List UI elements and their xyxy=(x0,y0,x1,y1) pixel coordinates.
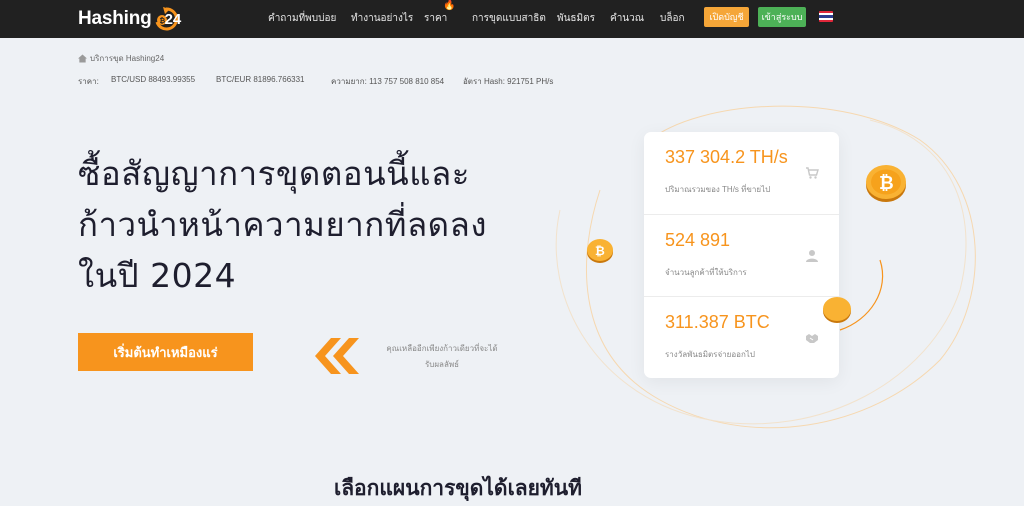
register-button[interactable]: เปิดบัญชี xyxy=(704,7,749,27)
svg-text:₿: ₿ xyxy=(879,173,894,194)
user-icon xyxy=(806,250,818,262)
nav-demo-mining[interactable]: การขุดแบบสาธิต xyxy=(472,11,546,26)
bitcoin-coin-icon: ₿ xyxy=(587,239,613,263)
ticker-label: ราคา: xyxy=(78,77,99,86)
cart-icon xyxy=(806,167,819,179)
stat-partner-rewards: 311.387 BTC รางวัลพันธมิตรจ่ายออกไป xyxy=(644,296,839,378)
svg-text:₿: ₿ xyxy=(595,244,605,258)
stat-label: ปริมาณรวมของ TH/s ที่ขายไป xyxy=(665,185,771,194)
bitcoin-coin-icon: ₿ xyxy=(866,165,906,202)
nav-pricing[interactable]: ราคา xyxy=(424,11,447,26)
fire-icon: 🔥 xyxy=(443,0,456,11)
section-title: เลือกแผนการขุดได้เลยทันที xyxy=(334,476,582,500)
logo-number: 24 xyxy=(164,11,182,28)
logo-coin-icon: ₿ 24 xyxy=(153,6,182,32)
handshake-icon xyxy=(806,334,818,343)
start-mining-button[interactable]: เริ่มต้นทำเหมืองแร่ xyxy=(78,333,253,371)
hero-title-line-3: ในปี 2024 xyxy=(78,256,237,295)
bitcoin-coin-icon xyxy=(823,297,851,323)
nav-faq[interactable]: คำถามที่พบบ่อย xyxy=(268,11,336,26)
login-button[interactable]: เข้าสู่ระบบ xyxy=(758,7,806,27)
home-icon[interactable] xyxy=(78,54,87,63)
ticker-btc-eur: BTC/EUR 81896.766331 xyxy=(216,75,305,84)
top-navigation-bar: Hashing ₿ 24 คำถามที่พบบ่อย ทำงานอย่างไร… xyxy=(0,0,1024,38)
ticker-difficulty: ความยาก: 113 757 508 810 854 xyxy=(331,77,445,86)
breadcrumb: บริการขุด Hashing24 xyxy=(78,52,164,65)
stat-value: 311.387 BTC xyxy=(665,312,770,332)
breadcrumb-current: บริการขุด Hashing24 xyxy=(90,54,165,63)
stat-value: 524 891 xyxy=(665,230,731,250)
stats-card: 337 304.2 TH/s ปริมาณรวมของ TH/s ที่ขายไ… xyxy=(644,132,839,378)
stat-value: 337 304.2 TH/s xyxy=(665,147,788,167)
hashing24-logo[interactable]: Hashing ₿ 24 xyxy=(78,6,182,32)
ticker-hashrate: อัตรา Hash: 921751 PH/s xyxy=(463,77,554,86)
nav-partners[interactable]: พันธมิตร xyxy=(557,11,595,26)
hero-title: ซื้อสัญญาการขุดตอนนี้และ ก้าวนำหน้าความย… xyxy=(78,148,548,301)
stat-label: จำนวนลูกค้าที่ให้บริการ xyxy=(665,268,747,277)
hint-line-1: คุณเหลืออีกเพียงก้าวเดียวที่จะได้ xyxy=(386,344,498,353)
double-chevron-left-icon xyxy=(315,338,359,374)
hero-title-line-2: ก้าวนำหน้าความยากที่ลดลง xyxy=(78,205,487,244)
stat-label: รางวัลพันธมิตรจ่ายออกไป xyxy=(665,350,755,359)
hero-title-line-1: ซื้อสัญญาการขุดตอนนี้และ xyxy=(78,154,470,193)
hint-line-2: รับผลลัพธ์ xyxy=(424,360,460,369)
stat-hashrate-sold: 337 304.2 TH/s ปริมาณรวมของ TH/s ที่ขายไ… xyxy=(644,132,839,214)
logo-text: Hashing xyxy=(78,8,152,29)
nav-calculator[interactable]: คำนวณ xyxy=(610,11,644,26)
nav-blog[interactable]: บล็อก xyxy=(660,11,685,26)
nav-how-it-works[interactable]: ทำงานอย่างไร xyxy=(351,11,413,26)
thailand-flag-icon[interactable] xyxy=(819,11,833,22)
hero-hint: คุณเหลืออีกเพียงก้าวเดียวที่จะได้ รับผลล… xyxy=(372,341,512,373)
stat-clients-served: 524 891 จำนวนลูกค้าที่ให้บริการ xyxy=(644,214,839,296)
ticker-btc-usd: BTC/USD 88493.99355 xyxy=(111,75,196,84)
